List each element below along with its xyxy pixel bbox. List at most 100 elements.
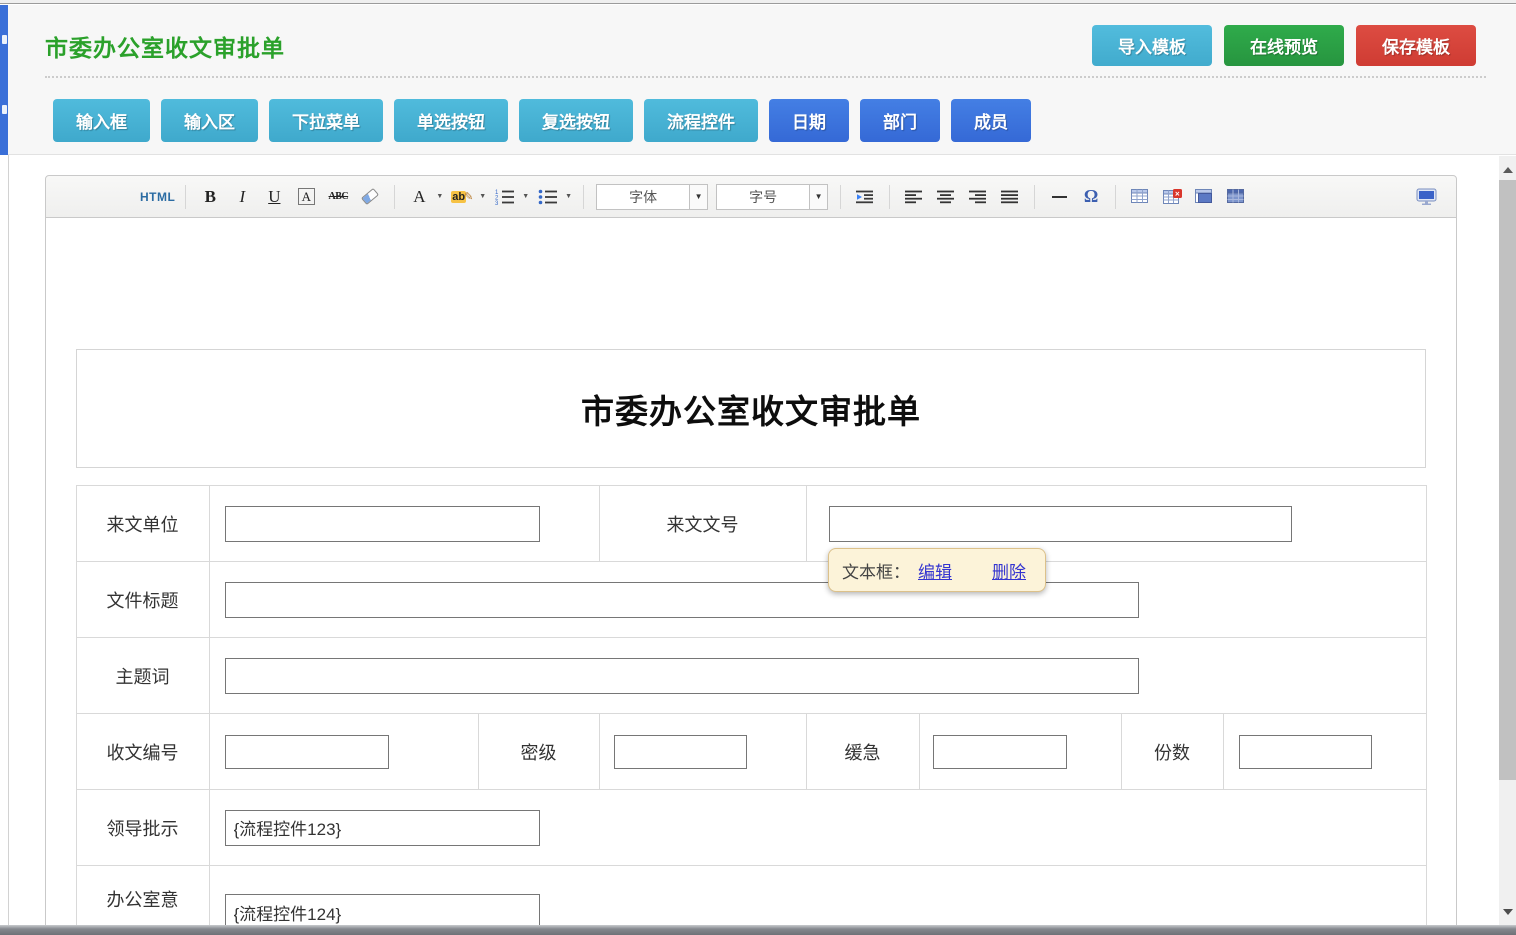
widget-button-checkbox[interactable]: 复选按钮 [519,99,633,142]
unordered-list-icon [538,189,558,205]
underline-button[interactable]: U [260,182,288,212]
html-source-button[interactable]: HTML [140,182,175,212]
font-family-select[interactable]: 字体 ▼ [596,184,708,210]
subject-words-input[interactable] [225,658,1139,694]
leader-comment-input[interactable] [225,810,540,846]
label-security-level: 密级 [478,714,599,790]
receipt-number-input[interactable] [225,735,389,769]
special-char-button[interactable]: Ω [1077,182,1105,212]
main-content: HTML B I U A ABC A ▼ ab ✎ ▼ 1 [9,156,1499,925]
table-row: 主题词 [76,638,1426,714]
widget-button-date[interactable]: 日期 [769,99,849,142]
widget-button-dropdown[interactable]: 下拉菜单 [269,99,383,142]
left-gutter [0,155,9,925]
ordered-list-icon: 1 2 3 [495,189,515,205]
highlight-button[interactable]: ab ✎ [448,182,476,212]
align-center-icon [937,190,955,204]
label-subject-words: 主题词 [76,638,209,714]
table-row: 收文编号 密级 缓急 份数 [76,714,1426,790]
table-row: 文件标题 [76,562,1426,638]
scroll-up-arrow-icon[interactable] [1499,159,1516,173]
widget-button-department[interactable]: 部门 [860,99,940,142]
security-level-input[interactable] [614,735,747,769]
widget-button-member[interactable]: 成员 [951,99,1031,142]
doc-number-input[interactable] [829,506,1292,542]
ordered-list-caret-icon[interactable]: ▼ [522,193,529,200]
font-color-caret-icon[interactable]: ▼ [436,193,443,200]
vertical-scrollbar[interactable] [1499,156,1516,925]
align-center-button[interactable] [932,182,960,212]
copies-input[interactable] [1239,735,1372,769]
source-unit-input[interactable] [225,506,540,542]
toolbar-separator [394,185,395,209]
horizontal-rule-icon [1052,196,1067,198]
toolbar-separator [840,185,841,209]
toolbar-separator [185,185,186,209]
ordered-list-button[interactable]: 1 2 3 [491,182,519,212]
delete-link[interactable]: 删除 [992,558,1026,583]
form-title-box: 市委办公室收文审批单 [76,349,1426,468]
font-border-button[interactable]: A [292,182,320,212]
chevron-down-icon: ▼ [689,185,707,209]
editor-toolbar: HTML B I U A ABC A ▼ ab ✎ ▼ 1 [45,175,1457,218]
table-properties-icon [1195,189,1213,204]
toolbar-separator [1115,185,1116,209]
widget-button-input-box[interactable]: 输入框 [53,99,150,142]
label-receipt-number: 收文编号 [76,714,209,790]
editor-canvas[interactable]: 市委办公室收文审批单 来文单位 来文文号 文件标题 主 [45,218,1457,925]
horizontal-rule-button[interactable] [1045,182,1073,212]
cell-properties-icon [1227,189,1245,204]
widget-button-textarea[interactable]: 输入区 [161,99,258,142]
delete-table-button[interactable]: × [1158,182,1186,212]
widget-button-bar: 输入框 输入区 下拉菜单 单选按钮 复选按钮 流程控件 日期 部门 成员 [53,99,1031,142]
highlight-caret-icon[interactable]: ▼ [479,193,486,200]
window-top-edge [0,0,1516,4]
chevron-down-icon: ▼ [809,185,827,209]
font-family-label: 字体 [597,185,689,209]
rich-text-editor: HTML B I U A ABC A ▼ ab ✎ ▼ 1 [45,175,1457,925]
remove-format-button[interactable] [356,182,384,212]
boxed-letter-icon: A [298,188,315,205]
align-left-button[interactable] [900,182,928,212]
insert-table-button[interactable] [1126,182,1154,212]
control-type-label: 文本框： [842,558,910,583]
table-properties-button[interactable] [1190,182,1218,212]
import-template-button[interactable]: 导入模板 [1092,25,1212,66]
edit-link[interactable]: 编辑 [918,558,952,583]
urgency-input[interactable] [933,735,1067,769]
fullscreen-monitor-icon [1416,188,1437,205]
unordered-list-caret-icon[interactable]: ▼ [565,193,572,200]
label-copies: 份数 [1121,714,1223,790]
table-row: 来文单位 来文文号 [76,486,1426,562]
clipped-left-sidebar [0,5,8,155]
toolbar-separator [889,185,890,209]
clipped-sidebar-text [2,105,7,114]
align-right-button[interactable] [964,182,992,212]
scrollbar-thumb[interactable] [1499,180,1516,780]
strikethrough-button[interactable]: ABC [324,182,352,212]
eraser-icon [361,188,379,205]
font-color-button[interactable]: A [405,182,433,212]
label-urgency: 缓急 [806,714,919,790]
fullscreen-button[interactable] [1412,182,1440,212]
office-opinion-input[interactable] [225,894,540,925]
label-source-unit: 来文单位 [76,486,209,562]
font-size-select[interactable]: 字号 ▼ [716,184,828,210]
unordered-list-button[interactable] [534,182,562,212]
cell-properties-button[interactable] [1222,182,1250,212]
scroll-down-arrow-icon[interactable] [1499,905,1516,919]
italic-button[interactable]: I [228,182,256,212]
indent-button[interactable] [851,182,879,212]
font-size-label: 字号 [717,185,809,209]
insert-table-icon [1131,189,1149,204]
control-tooltip: 文本框： 编辑 删除 [828,548,1046,592]
align-right-icon [969,190,987,204]
label-office-opinion: 办公室意 [76,866,209,926]
bold-button[interactable]: B [196,182,224,212]
widget-button-flow-control[interactable]: 流程控件 [644,99,758,142]
align-justify-button[interactable] [996,182,1024,212]
svg-text:×: × [1175,189,1180,198]
online-preview-button[interactable]: 在线预览 [1224,25,1344,66]
save-template-button[interactable]: 保存模板 [1356,25,1476,66]
widget-button-radio[interactable]: 单选按钮 [394,99,508,142]
